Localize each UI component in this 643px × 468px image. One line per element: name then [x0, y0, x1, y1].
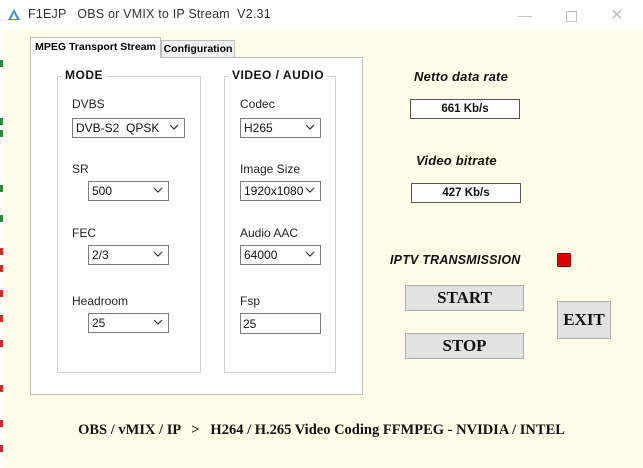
chevron-down-icon	[153, 187, 163, 193]
video-bitrate-label: Video bitrate	[416, 153, 497, 168]
codec-value: H265	[244, 121, 273, 135]
stop-button[interactable]: STOP	[405, 333, 524, 359]
chevron-down-icon	[305, 124, 315, 130]
edge-mark	[0, 290, 3, 297]
window-title: F1EJP OBS or VMIX to IP Stream V2.31	[28, 7, 271, 21]
audio-aac-value: 64000	[244, 248, 278, 262]
iptv-transmission-label: IPTV TRANSMISSION	[390, 253, 521, 267]
edge-mark	[0, 340, 3, 347]
fsp-label: Fsp	[240, 294, 261, 308]
netto-data-rate-value: 661 Kb/s	[410, 99, 520, 119]
mode-group-title: MODE	[62, 68, 106, 82]
headroom-value: 25	[92, 316, 106, 330]
maximize-icon	[565, 10, 577, 22]
edge-mark	[0, 60, 3, 67]
chevron-down-icon	[153, 251, 163, 257]
codec-select[interactable]: H265	[240, 118, 321, 138]
maximize-button[interactable]	[548, 0, 594, 30]
video-audio-group-title: VIDEO / AUDIO	[229, 68, 328, 82]
edge-mark	[0, 215, 3, 222]
close-icon: ✕	[610, 7, 624, 24]
edge-mark	[0, 185, 3, 192]
image-size-value: 1920x1080	[244, 184, 304, 198]
image-size-label: Image Size	[240, 162, 301, 176]
transmission-status-led	[557, 253, 571, 267]
fsp-input[interactable]: 25	[240, 313, 321, 334]
sr-label: SR	[72, 162, 89, 176]
headroom-label: Headroom	[72, 294, 129, 308]
sr-select[interactable]: 500	[88, 181, 169, 201]
tab-configuration[interactable]: Configuration	[161, 40, 235, 58]
dvbs-value: DVB-S2 QPSK	[76, 121, 160, 135]
edge-mark	[0, 445, 3, 452]
netto-data-rate-label: Netto data rate	[414, 69, 509, 84]
edge-mark	[0, 118, 3, 125]
edge-mark	[0, 315, 3, 322]
video-bitrate-value: 427 Kb/s	[411, 183, 521, 203]
audio-aac-label: Audio AAC	[240, 226, 299, 240]
minimize-icon: —	[518, 7, 532, 23]
chevron-down-icon	[153, 319, 163, 325]
tab-mpeg-transport-stream[interactable]: MPEG Transport Stream	[30, 37, 161, 58]
edge-mark	[0, 265, 3, 272]
fec-value: 2/3	[92, 248, 109, 262]
edge-mark	[0, 248, 3, 255]
fec-label: FEC	[72, 226, 96, 240]
sr-value: 500	[92, 184, 113, 198]
start-button[interactable]: START	[405, 285, 524, 311]
audio-aac-select[interactable]: 64000	[240, 245, 321, 265]
chevron-down-icon	[305, 187, 315, 193]
footer-text: OBS / vMIX / IP > H264 / H.265 Video Cod…	[78, 422, 565, 438]
fec-select[interactable]: 2/3	[88, 245, 169, 265]
close-button[interactable]: ✕	[594, 0, 640, 30]
minimize-button[interactable]: —	[502, 0, 548, 30]
image-size-select[interactable]: 1920x1080	[240, 181, 321, 201]
edge-mark	[0, 385, 3, 392]
dvbs-select[interactable]: DVB-S2 QPSK	[72, 118, 185, 138]
headroom-select[interactable]: 25	[88, 313, 169, 333]
app-icon	[8, 9, 20, 20]
codec-label: Codec	[240, 97, 275, 111]
chevron-down-icon	[305, 251, 315, 257]
exit-button[interactable]: EXIT	[557, 301, 611, 339]
dvbs-label: DVBS	[72, 97, 105, 111]
chevron-down-icon	[169, 124, 179, 130]
edge-mark	[0, 130, 3, 137]
